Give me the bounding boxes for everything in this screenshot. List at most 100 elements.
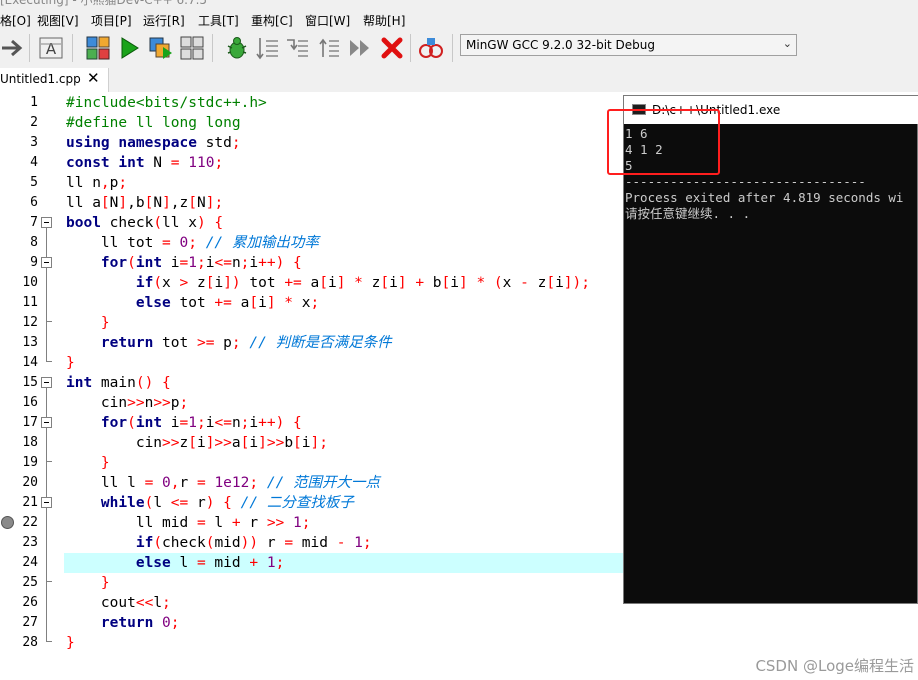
fold-guide-end [46, 321, 52, 322]
fold-guide-end [46, 581, 52, 582]
code-line: cout<<l; [66, 595, 171, 611]
compile-run-icon[interactable] [148, 35, 174, 61]
line-number: 18 [22, 435, 38, 450]
code-line: else l = mid + 1; [135, 555, 285, 571]
watermark: CSDN @Loge编程生活 [755, 657, 914, 675]
code-line: #include<bits/stdc++.h> [66, 95, 267, 111]
code-line: ll l = 0,r = 1e12; // 范围开大一点 [66, 475, 381, 491]
toolbar: A MinGW GCC 9.2.0 32-bit Debug ⌄ [0, 30, 918, 69]
toolbar-separator [410, 34, 411, 62]
code-line: } [100, 575, 110, 591]
breakpoint-marker[interactable] [1, 516, 14, 529]
code-line: while(l <= r) { // 二分查找板子 [100, 495, 354, 511]
line-number: 13 [22, 335, 38, 350]
line-number: 28 [22, 635, 38, 650]
debug-icon[interactable] [224, 35, 250, 61]
menu-run[interactable]: 运行[R] [143, 12, 185, 29]
fold-guide-end [46, 461, 52, 462]
line-number: 1 [30, 95, 38, 110]
step-over-icon[interactable] [254, 35, 280, 61]
stop-icon[interactable] [379, 35, 405, 61]
chevron-down-icon: ⌄ [782, 37, 792, 50]
code-line: const int N = 110; [66, 155, 224, 171]
code-line: } [66, 355, 75, 371]
code-line: ll tot = 0; // 累加输出功率 [66, 235, 319, 251]
toolbar-separator [72, 34, 73, 62]
continue-icon[interactable] [347, 35, 373, 61]
line-number: 24 [22, 555, 38, 570]
run-icon[interactable] [116, 35, 142, 61]
line-number: 2 [30, 115, 38, 130]
line-number: 3 [30, 135, 38, 150]
editor-gutter[interactable]: 1 2 3 4 5 6 7 8 9 10 11 12 13 14 15 16 1… [0, 92, 64, 680]
line-number: 10 [22, 275, 38, 290]
code-line: cin>>n>>p; [66, 395, 189, 411]
annotation-highlight-box [607, 109, 720, 175]
code-line: #define ll long long [66, 115, 241, 131]
code-line: for(int i=1;i<=n;i++) { [100, 415, 302, 431]
menu-project[interactable]: 项目[P] [91, 12, 132, 29]
code-line: } [100, 315, 110, 331]
toolbar-separator [29, 34, 30, 62]
line-number: 17 [22, 415, 38, 430]
line-number: 5 [30, 175, 38, 190]
menu-tools[interactable]: 工具[T] [198, 12, 239, 29]
menu-view[interactable]: 视图[V] [37, 12, 79, 29]
line-number: 26 [22, 595, 38, 610]
fold-toggle[interactable] [41, 377, 52, 388]
fold-toggle[interactable] [41, 257, 52, 268]
toolbar-separator [452, 34, 453, 62]
close-icon[interactable]: ✕ [87, 69, 100, 87]
code-line: cin>>z[i]>>a[i]>>b[i]; [66, 435, 328, 451]
fold-toggle[interactable] [41, 497, 52, 508]
line-number: 11 [22, 295, 38, 310]
fold-toggle[interactable] [41, 417, 52, 428]
menu-window[interactable]: 窗口[W] [305, 12, 350, 29]
line-number: 12 [22, 315, 38, 330]
menu-refactor[interactable]: 重构[C] [251, 12, 293, 29]
line-number: 8 [30, 235, 38, 250]
code-line: if(x > z[i]) tot += a[i] * z[i] + b[i] *… [135, 275, 590, 291]
tab-untitled1-cpp[interactable]: Untitled1.cpp ✕ [0, 68, 109, 92]
editor-tab-bar: Untitled1.cpp ✕ [0, 68, 918, 92]
format-code-icon[interactable]: A [38, 35, 64, 61]
line-number: 16 [22, 395, 38, 410]
compiler-select-value: MinGW GCC 9.2.0 32-bit Debug [466, 38, 656, 52]
profile-icon[interactable] [418, 35, 444, 61]
fold-guide-end [46, 641, 52, 642]
menu-help[interactable]: 帮助[H] [363, 12, 405, 29]
line-number: 25 [22, 575, 38, 590]
fold-toggle[interactable] [41, 217, 52, 228]
code-line: return tot >= p; // 判断是否满足条件 [100, 335, 392, 351]
menu-format[interactable]: 格[O] [0, 12, 31, 29]
window-title: [Executing] - 小熊猫Dev-C++ 6.7.5 [0, 0, 208, 7]
code-line: using namespace std; [66, 135, 241, 151]
compile-icon[interactable] [85, 35, 111, 61]
code-line: ll mid = l + r >> 1; [66, 515, 311, 531]
step-into-icon[interactable] [284, 35, 310, 61]
line-number: 23 [22, 535, 38, 550]
line-number: 15 [22, 375, 38, 390]
code-line: ll n,p; [66, 175, 128, 191]
window-title-bar: [Executing] - 小熊猫Dev-C++ 6.7.5 [0, 0, 918, 8]
line-number: 4 [30, 155, 38, 170]
code-line: bool check(ll x) { [66, 215, 224, 231]
toolbar-separator [212, 34, 213, 62]
step-out-icon[interactable] [315, 35, 341, 61]
console-line: 请按任意键继续. . . [625, 206, 751, 221]
line-number: 6 [30, 195, 38, 210]
code-line: for(int i=1;i<=n;i++) { [100, 255, 302, 271]
line-number: 14 [22, 355, 38, 370]
fold-guide-end [46, 361, 52, 362]
line-number: 7 [30, 215, 38, 230]
line-number: 21 [22, 495, 38, 510]
console-line: Process exited after 4.819 seconds wi [625, 190, 904, 205]
console-output: 1 6 4 1 2 5 ----------------------------… [624, 124, 917, 603]
code-line: else tot += a[i] * x; [135, 295, 320, 311]
tab-label: Untitled1.cpp [0, 72, 81, 86]
rebuild-icon[interactable] [179, 35, 205, 61]
line-number: 19 [22, 455, 38, 470]
code-line: } [100, 455, 110, 471]
compiler-select[interactable]: MinGW GCC 9.2.0 32-bit Debug ⌄ [460, 34, 797, 56]
goto-arrow-icon[interactable] [0, 35, 26, 61]
